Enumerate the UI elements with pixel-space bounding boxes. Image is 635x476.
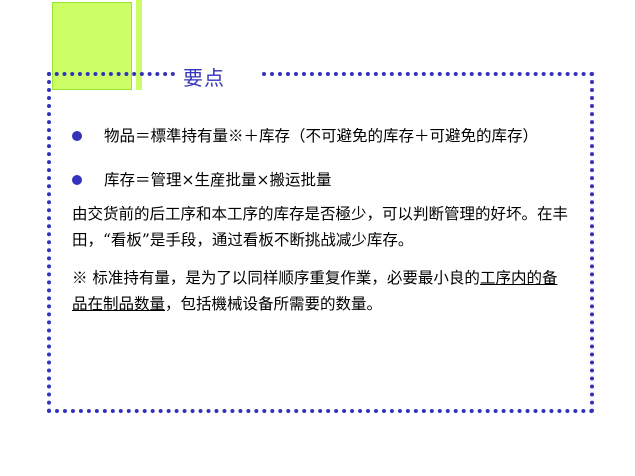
bullet-text: 库存＝管理×生産批量×搬运批量 [104,171,332,189]
frame-top-border-right [262,72,594,76]
note-prefix: ※ 标准持有量，是为了以同样顺序重复作業，必要最小良的 [72,269,480,287]
note-suffix: ，包括機械设备所需要的数量。 [165,295,383,313]
bullet-dot-icon [72,175,82,185]
note-standard-stock: ※ 标准持有量，是为了以同样顺序重复作業，必要最小良的工序内的备品在制品数量，包… [72,265,572,317]
bullet-item-inventory-formula: 库存＝管理×生産批量×搬运批量 [72,167,572,193]
frame-top-border-left [47,72,175,76]
paragraph-kanban: 由交货前的后工序和本工序的库存是否極少，可以判断管理的好坏。在丰田，“看板”是手… [72,205,569,249]
bullet-item-stock-formula: 物品＝標準持有量※＋库存（不可避免的库存＋可避免的库存） [72,123,572,149]
slide-title: 要点 [183,66,225,90]
slide-content: 物品＝標準持有量※＋库存（不可避免的库存＋可避免的库存） 库存＝管理×生産批量×… [72,123,572,317]
bullet-text: 物品＝標準持有量※＋库存（不可避免的库存＋可避免的库存） [104,127,539,145]
bullet-dot-icon [72,131,82,141]
